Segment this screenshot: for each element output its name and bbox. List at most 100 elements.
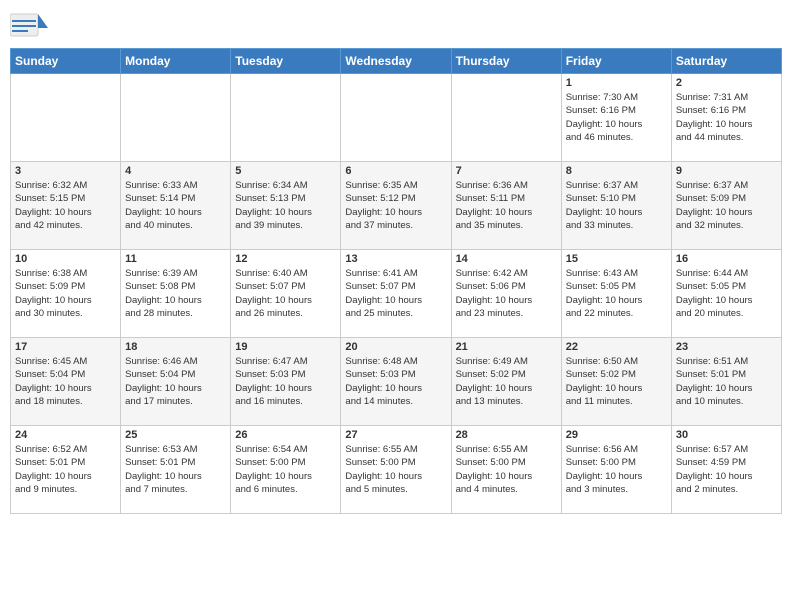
calendar-week-row: 3 Sunrise: 6:32 AM Sunset: 5:15 PM Daylig…: [11, 162, 782, 250]
day-number: 2: [676, 77, 777, 89]
day-number: 24: [15, 429, 116, 441]
day-info: Sunrise: 6:36 AM Sunset: 5:11 PM Dayligh…: [456, 179, 557, 232]
calendar-cell: 21 Sunrise: 6:49 AM Sunset: 5:02 PM Dayli…: [451, 338, 561, 426]
calendar-cell: 1Sunrise: 7:30 AM Sunset: 6:16 PM Daylig…: [561, 74, 671, 162]
day-info: Sunrise: 6:52 AM Sunset: 5:01 PM Dayligh…: [15, 443, 116, 496]
calendar-cell: 11Sunrise: 6:39 AM Sunset: 5:08 PM Dayli…: [121, 250, 231, 338]
day-info: Sunrise: 6:49 AM Sunset: 5:02 PM Dayligh…: [456, 355, 557, 408]
day-info: Sunrise: 6:45 AM Sunset: 5:04 PM Dayligh…: [15, 355, 116, 408]
logo-icon: [10, 10, 50, 42]
calendar-week-row: 1Sunrise: 7:30 AM Sunset: 6:16 PM Daylig…: [11, 74, 782, 162]
calendar-cell: [121, 74, 231, 162]
calendar-cell: 30 Sunrise: 6:57 AM Sunset: 4:59 PM Dayli…: [671, 426, 781, 514]
calendar-cell: 15 Sunrise: 6:43 AM Sunset: 5:05 PM Dayli…: [561, 250, 671, 338]
calendar-cell: 20 Sunrise: 6:48 AM Sunset: 5:03 PM Dayli…: [341, 338, 451, 426]
calendar-cell: 14 Sunrise: 6:42 AM Sunset: 5:06 PM Dayli…: [451, 250, 561, 338]
day-number: 13: [345, 253, 446, 265]
calendar-cell: 7 Sunrise: 6:36 AM Sunset: 5:11 PM Daylig…: [451, 162, 561, 250]
day-info: Sunrise: 6:37 AM Sunset: 5:10 PM Dayligh…: [566, 179, 667, 232]
day-number: 25: [125, 429, 226, 441]
calendar-cell: 3 Sunrise: 6:32 AM Sunset: 5:15 PM Daylig…: [11, 162, 121, 250]
day-number: 18: [125, 341, 226, 353]
day-info: Sunrise: 7:31 AM Sunset: 6:16 PM Dayligh…: [676, 91, 777, 144]
day-number: 14: [456, 253, 557, 265]
day-info: Sunrise: 6:33 AM Sunset: 5:14 PM Dayligh…: [125, 179, 226, 232]
day-info: Sunrise: 6:39 AM Sunset: 5:08 PM Dayligh…: [125, 267, 226, 320]
day-info: Sunrise: 6:51 AM Sunset: 5:01 PM Dayligh…: [676, 355, 777, 408]
calendar-cell: 4 Sunrise: 6:33 AM Sunset: 5:14 PM Daylig…: [121, 162, 231, 250]
day-number: 20: [345, 341, 446, 353]
calendar-cell: 28 Sunrise: 6:55 AM Sunset: 5:00 PM Dayli…: [451, 426, 561, 514]
day-number: 30: [676, 429, 777, 441]
header: [10, 10, 782, 42]
calendar-header-row: SundayMondayTuesdayWednesdayThursdayFrid…: [11, 49, 782, 74]
calendar-cell: 9Sunrise: 6:37 AM Sunset: 5:09 PM Daylig…: [671, 162, 781, 250]
calendar-cell: 18 Sunrise: 6:46 AM Sunset: 5:04 PM Dayli…: [121, 338, 231, 426]
day-number: 19: [235, 341, 336, 353]
day-number: 7: [456, 165, 557, 177]
day-number: 27: [345, 429, 446, 441]
day-info: Sunrise: 6:38 AM Sunset: 5:09 PM Dayligh…: [15, 267, 116, 320]
day-number: 21: [456, 341, 557, 353]
day-number: 10: [15, 253, 116, 265]
day-number: 16: [676, 253, 777, 265]
calendar-table: SundayMondayTuesdayWednesdayThursdayFrid…: [10, 48, 782, 514]
calendar-cell: [11, 74, 121, 162]
calendar-header-thursday: Thursday: [451, 49, 561, 74]
calendar-cell: 27 Sunrise: 6:55 AM Sunset: 5:00 PM Dayli…: [341, 426, 451, 514]
calendar-week-row: 10 Sunrise: 6:38 AM Sunset: 5:09 PM Dayli…: [11, 250, 782, 338]
day-number: 9: [676, 165, 777, 177]
calendar-cell: 12Sunrise: 6:40 AM Sunset: 5:07 PM Dayli…: [231, 250, 341, 338]
calendar-cell: 19 Sunrise: 6:47 AM Sunset: 5:03 PM Dayli…: [231, 338, 341, 426]
calendar-cell: 23 Sunrise: 6:51 AM Sunset: 5:01 PM Dayli…: [671, 338, 781, 426]
calendar-cell: 2 Sunrise: 7:31 AM Sunset: 6:16 PM Daylig…: [671, 74, 781, 162]
day-info: Sunrise: 6:47 AM Sunset: 5:03 PM Dayligh…: [235, 355, 336, 408]
calendar-cell: 8 Sunrise: 6:37 AM Sunset: 5:10 PM Daylig…: [561, 162, 671, 250]
calendar-week-row: 17Sunrise: 6:45 AM Sunset: 5:04 PM Dayli…: [11, 338, 782, 426]
day-info: Sunrise: 6:46 AM Sunset: 5:04 PM Dayligh…: [125, 355, 226, 408]
day-info: Sunrise: 6:41 AM Sunset: 5:07 PM Dayligh…: [345, 267, 446, 320]
day-number: 28: [456, 429, 557, 441]
day-number: 8: [566, 165, 667, 177]
day-number: 4: [125, 165, 226, 177]
calendar-cell: 17Sunrise: 6:45 AM Sunset: 5:04 PM Dayli…: [11, 338, 121, 426]
calendar-cell: 13 Sunrise: 6:41 AM Sunset: 5:07 PM Dayli…: [341, 250, 451, 338]
day-number: 12: [235, 253, 336, 265]
calendar-header-wednesday: Wednesday: [341, 49, 451, 74]
calendar-cell: [451, 74, 561, 162]
day-info: Sunrise: 6:48 AM Sunset: 5:03 PM Dayligh…: [345, 355, 446, 408]
calendar-cell: 16Sunrise: 6:44 AM Sunset: 5:05 PM Dayli…: [671, 250, 781, 338]
day-info: Sunrise: 6:54 AM Sunset: 5:00 PM Dayligh…: [235, 443, 336, 496]
day-number: 1: [566, 77, 667, 89]
calendar-header-monday: Monday: [121, 49, 231, 74]
day-number: 6: [345, 165, 446, 177]
calendar-header-tuesday: Tuesday: [231, 49, 341, 74]
day-info: Sunrise: 6:34 AM Sunset: 5:13 PM Dayligh…: [235, 179, 336, 232]
day-info: Sunrise: 6:55 AM Sunset: 5:00 PM Dayligh…: [345, 443, 446, 496]
day-number: 26: [235, 429, 336, 441]
day-number: 29: [566, 429, 667, 441]
day-info: Sunrise: 6:53 AM Sunset: 5:01 PM Dayligh…: [125, 443, 226, 496]
calendar-cell: 25 Sunrise: 6:53 AM Sunset: 5:01 PM Dayli…: [121, 426, 231, 514]
calendar-cell: [231, 74, 341, 162]
calendar-cell: 29 Sunrise: 6:56 AM Sunset: 5:00 PM Dayli…: [561, 426, 671, 514]
day-number: 23: [676, 341, 777, 353]
day-number: 22: [566, 341, 667, 353]
day-info: Sunrise: 6:55 AM Sunset: 5:00 PM Dayligh…: [456, 443, 557, 496]
calendar-cell: 5 Sunrise: 6:34 AM Sunset: 5:13 PM Daylig…: [231, 162, 341, 250]
calendar-header-sunday: Sunday: [11, 49, 121, 74]
calendar-cell: 6 Sunrise: 6:35 AM Sunset: 5:12 PM Daylig…: [341, 162, 451, 250]
day-info: Sunrise: 6:35 AM Sunset: 5:12 PM Dayligh…: [345, 179, 446, 232]
day-number: 15: [566, 253, 667, 265]
day-info: Sunrise: 6:56 AM Sunset: 5:00 PM Dayligh…: [566, 443, 667, 496]
day-number: 5: [235, 165, 336, 177]
day-info: Sunrise: 6:57 AM Sunset: 4:59 PM Dayligh…: [676, 443, 777, 496]
calendar-header-friday: Friday: [561, 49, 671, 74]
day-info: Sunrise: 6:43 AM Sunset: 5:05 PM Dayligh…: [566, 267, 667, 320]
calendar-cell: 26 Sunrise: 6:54 AM Sunset: 5:00 PM Dayli…: [231, 426, 341, 514]
calendar-header-saturday: Saturday: [671, 49, 781, 74]
day-number: 3: [15, 165, 116, 177]
day-info: Sunrise: 6:42 AM Sunset: 5:06 PM Dayligh…: [456, 267, 557, 320]
calendar-cell: [341, 74, 451, 162]
day-info: Sunrise: 6:32 AM Sunset: 5:15 PM Dayligh…: [15, 179, 116, 232]
